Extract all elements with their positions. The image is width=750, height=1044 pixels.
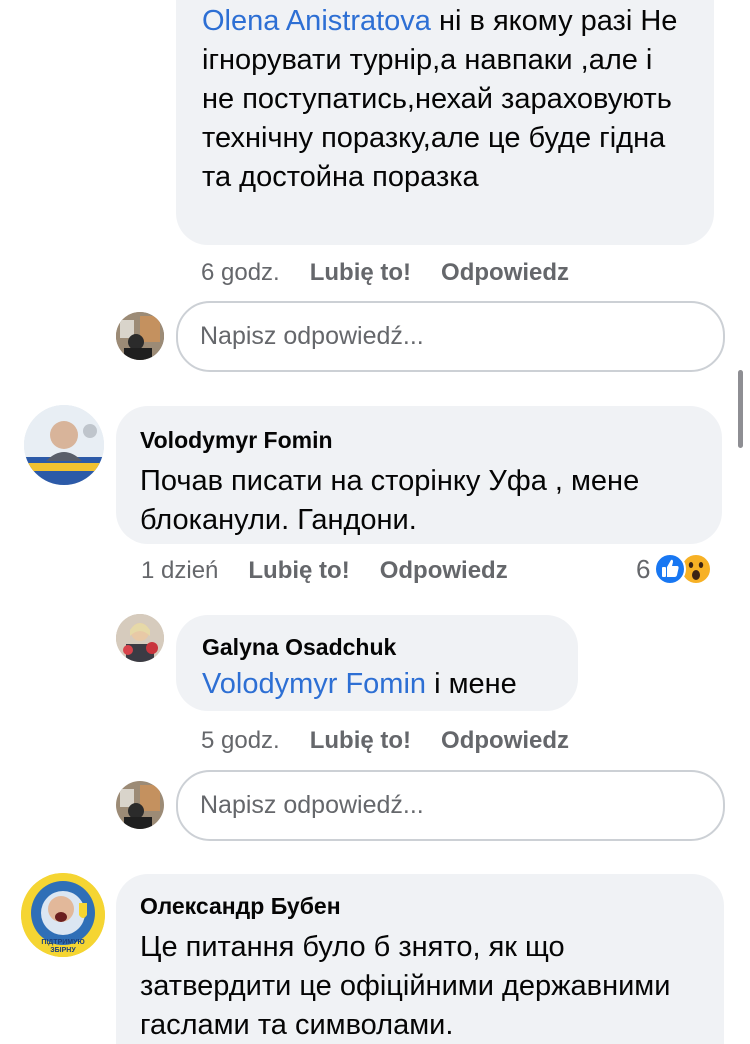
reply-button[interactable]: Odpowiedz — [441, 258, 569, 288]
comment-text: Olena Anistratova ні в якому разі Не ігн… — [202, 5, 678, 193]
comment-time[interactable]: 5 godz. — [201, 726, 280, 756]
like-button[interactable]: Lubię to! — [310, 726, 411, 756]
reply-input-placeholder: Napisz odpowiedź... — [200, 791, 424, 819]
reaction-count: 6 — [636, 553, 651, 584]
comment-thread: Olena Anistratova ні в якому разі Не ігн… — [0, 0, 750, 1044]
author-avatar[interactable] — [116, 614, 164, 662]
comment-meta: 1 dzień Lubię to! Odpowiedz — [141, 556, 508, 586]
mention-link[interactable]: Olena Anistratova — [202, 5, 431, 37]
author-avatar[interactable]: ПІДТРИМУЮ ЗБІРНУ — [21, 873, 105, 957]
comment-author[interactable]: Volodymyr Fomin — [140, 426, 698, 454]
mention-link[interactable]: Volodymyr Fomin — [202, 668, 426, 700]
comment-author[interactable]: Galyna Osadchuk — [202, 633, 554, 661]
comment-text: Почав писати на сторінку Уфа , мене блок… — [140, 465, 640, 536]
comment-text: Це питання було б знято, як що затвердит… — [140, 931, 671, 1041]
reply-button[interactable]: Odpowiedz — [441, 726, 569, 756]
comment-time[interactable]: 1 dzień — [141, 556, 218, 586]
comment-bubble: Galyna Osadchuk Volodymyr Fomin і мене — [176, 615, 578, 711]
comment-meta: 5 godz. Lubię to! Odpowiedz — [201, 726, 569, 756]
current-user-avatar[interactable] — [116, 312, 164, 360]
comment-author[interactable]: Олександр Бубен — [140, 892, 700, 920]
reply-input[interactable]: Napisz odpowiedź... — [176, 770, 725, 841]
author-avatar[interactable] — [24, 405, 104, 485]
avatar-caption: ПІДТРИМУЮ ЗБІРНУ — [41, 939, 85, 954]
comment-bubble: Volodymyr Fomin Почав писати на сторінку… — [116, 406, 722, 544]
reply-button[interactable]: Odpowiedz — [380, 556, 508, 586]
like-icon — [654, 553, 687, 585]
reaction-summary[interactable]: 6 — [636, 553, 713, 585]
comment-time[interactable]: 6 godz. — [201, 258, 280, 288]
like-button[interactable]: Lubię to! — [248, 556, 349, 586]
comment-bubble: Олександр Бубен Це питання було б знято,… — [116, 874, 724, 1044]
comment-meta: 6 godz. Lubię to! Odpowiedz — [201, 258, 569, 288]
comment-bubble: Olena Anistratova ні в якому разі Не ігн… — [176, 0, 714, 245]
reply-input[interactable]: Napisz odpowiedź... — [176, 301, 725, 372]
current-user-avatar[interactable] — [116, 781, 164, 829]
like-button[interactable]: Lubię to! — [310, 258, 411, 288]
comment-text: Volodymyr Fomin і мене — [202, 668, 517, 700]
reply-input-placeholder: Napisz odpowiedź... — [200, 322, 424, 350]
scrollbar-thumb[interactable] — [738, 370, 743, 448]
